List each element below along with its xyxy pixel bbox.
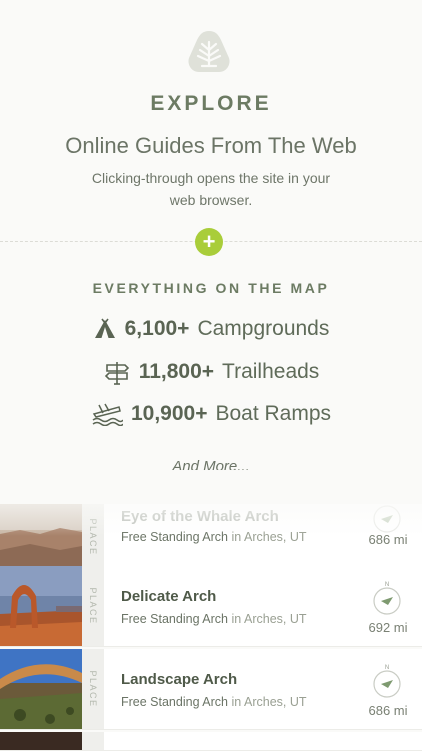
place-location: in Arches, UT [231, 695, 307, 709]
place-subtitle: Free Standing Arch in Arches, UT [121, 695, 307, 709]
place-subtitle: Free Standing Arch in Arches, UT [121, 612, 307, 626]
stat-trailheads: 11,800+ Trailheads [0, 358, 422, 392]
place-title: Eye of the Whale Arch [121, 508, 279, 525]
stat-count: 11,800+ [138, 360, 215, 383]
list-item[interactable]: PLACE Landscape Arch Free Standing Arch … [0, 649, 422, 730]
svg-text:N: N [385, 665, 389, 671]
stat-label: Boat Ramps [215, 402, 332, 425]
compass-icon: N [372, 581, 402, 615]
place-type: Free Standing Arch [121, 612, 229, 626]
place-type: Free Standing Arch [121, 530, 229, 544]
and-more-text: And More... [172, 458, 250, 475]
stat-count: 6,100+ [124, 317, 190, 340]
map-section-heading: EVERYTHING ON THE MAP [92, 280, 330, 296]
stat-boat-ramps: 10,900+ Boat Ramps [0, 402, 422, 436]
signpost-icon [103, 358, 131, 386]
stat-campgrounds: 6,100+ Campgrounds [0, 317, 422, 351]
place-tag: PLACE [82, 504, 104, 570]
list-item[interactable]: N [0, 732, 422, 751]
place-location: in Arches, UT [231, 612, 307, 626]
place-location: in Arches, UT [231, 530, 307, 544]
page-description: Clicking-through opens the site in your … [91, 170, 331, 208]
place-thumbnail [0, 649, 82, 729]
compass-icon: N [372, 664, 402, 698]
place-distance: 686 mi [368, 532, 408, 547]
explore-header: EXPLORE Online Guides From The Web Click… [0, 0, 422, 500]
page-subtitle: Online Guides From The Web [65, 133, 357, 158]
compass-icon: N [372, 742, 402, 750]
place-thumbnail [0, 504, 82, 570]
list-item[interactable]: PLACE Eye of the Whale Arch Free Standin… [0, 504, 422, 571]
page-title: EXPLORE [150, 92, 272, 115]
stat-count: 10,900+ [130, 402, 208, 425]
add-button[interactable]: + [195, 228, 223, 256]
place-title: Delicate Arch [121, 588, 217, 605]
tent-icon [93, 318, 117, 340]
list-item[interactable]: PLACE Delicate Arch Free Standing Arch i… [0, 566, 422, 647]
place-distance: 692 mi [368, 620, 408, 635]
place-subtitle: Free Standing Arch in Arches, UT [121, 530, 307, 544]
place-tag: PLACE [82, 566, 104, 646]
stat-label: Campgrounds [197, 317, 330, 340]
place-distance: 686 mi [368, 703, 408, 718]
svg-text:N: N [385, 582, 389, 588]
place-tag [82, 732, 104, 750]
place-thumbnail [0, 566, 82, 646]
place-thumbnail [0, 732, 82, 750]
stat-label: Trailheads [222, 360, 320, 383]
boat-ramp-icon [91, 402, 123, 426]
compass-icon [372, 504, 402, 534]
place-type: Free Standing Arch [121, 695, 229, 709]
place-title: Landscape Arch [121, 671, 238, 688]
tree-shield-icon [185, 28, 233, 76]
place-tag: PLACE [82, 649, 104, 729]
